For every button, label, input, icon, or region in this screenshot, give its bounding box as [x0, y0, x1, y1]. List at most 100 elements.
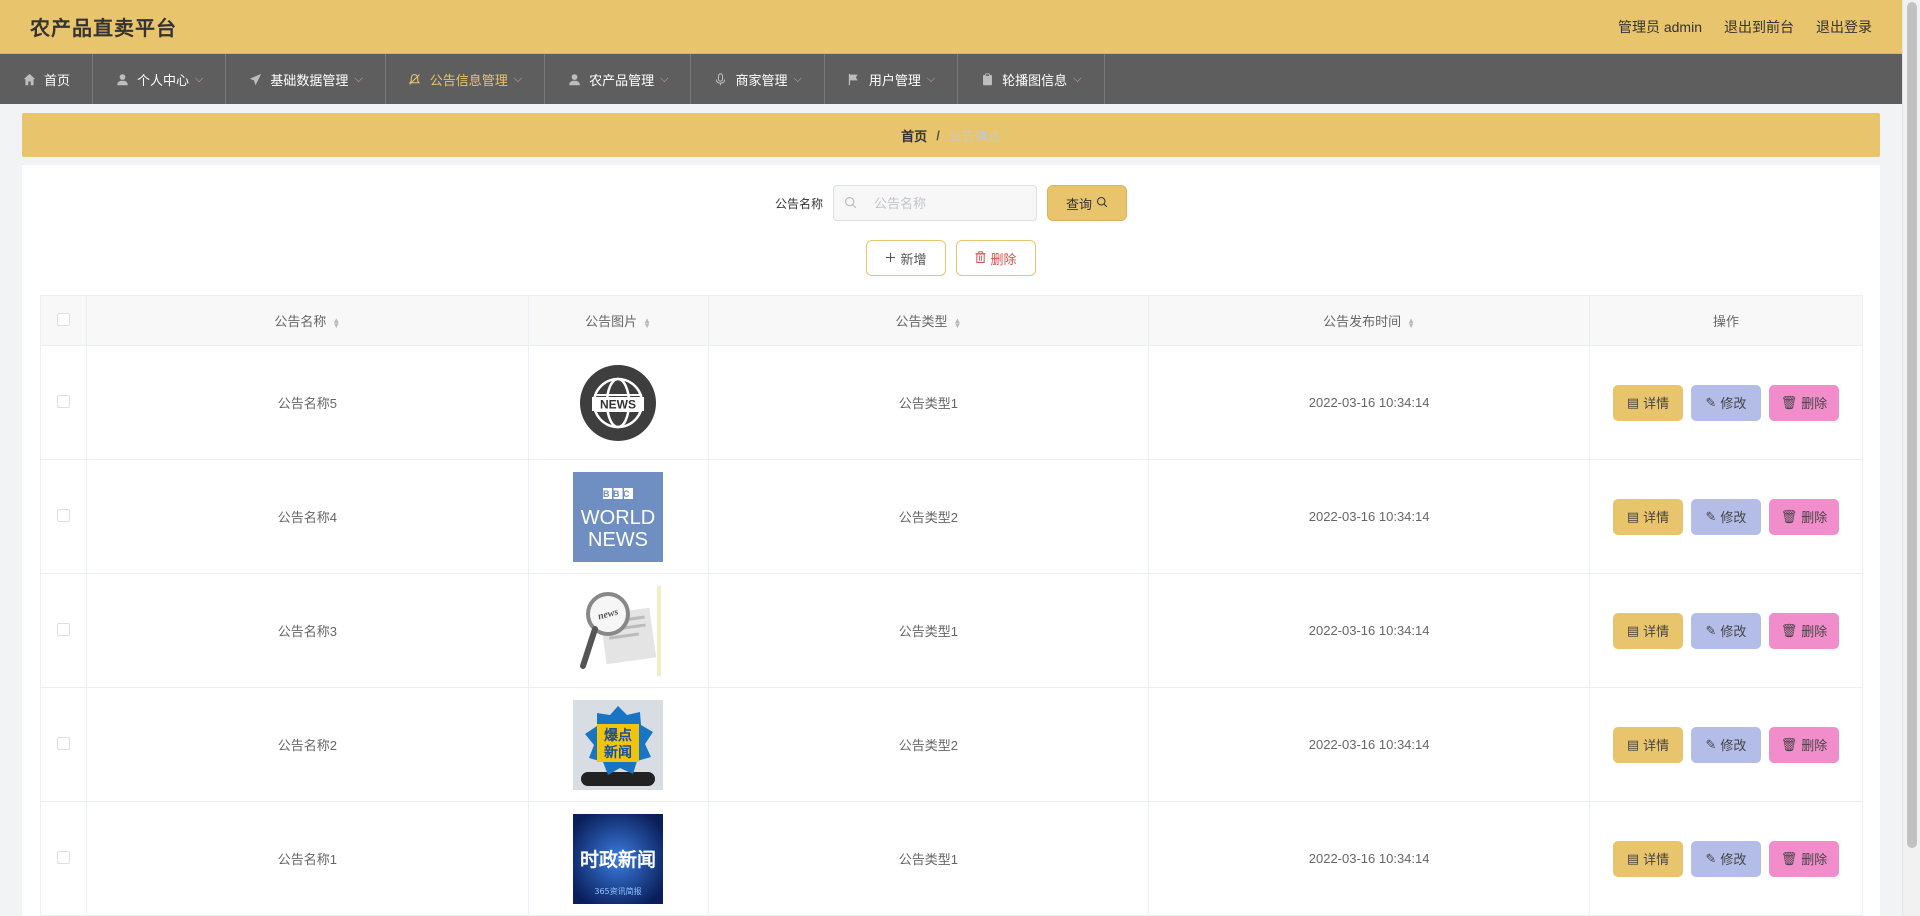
- delete-button[interactable]: 🗑 删除: [1768, 612, 1839, 649]
- query-button[interactable]: 查询: [1047, 185, 1127, 221]
- scrollbar-thumb[interactable]: [1907, 2, 1917, 848]
- notice-table: 公告名称 ▲ ▼ 公告图片 ▲ ▼ 公告类型 ▲ ▼ 公告发布时间 ▲ ▼ 操作 公告名称5: [40, 295, 1864, 916]
- nav-item-products[interactable]: 农产品管理 ⌵: [545, 54, 692, 104]
- toolbar: 新增 删除: [22, 240, 1880, 276]
- select-all-checkbox[interactable]: [56, 312, 70, 326]
- chevron-down-icon: ⌵: [513, 72, 523, 85]
- table-row: 公告名称1 时政新闻 365资讯简报 公告类型1 2022-03-16 10:3…: [40, 801, 1864, 916]
- plus-icon: [885, 251, 896, 266]
- exit-to-front-link[interactable]: 退出到前台: [1724, 17, 1794, 37]
- column-header-time[interactable]: 公告发布时间 ▲ ▼: [1148, 295, 1590, 346]
- column-header-image[interactable]: 公告图片 ▲ ▼: [528, 295, 709, 346]
- add-button[interactable]: 新增: [866, 240, 946, 276]
- nav-item-label: 首页: [44, 72, 71, 88]
- detail-button[interactable]: ▤ 详情: [1612, 726, 1683, 763]
- delete-button[interactable]: 🗑 删除: [1768, 726, 1839, 763]
- table-row: 公告名称2 爆点 新闻 公告类型2 2022-03-16 10:34:14 ▤ …: [40, 687, 1864, 802]
- edit-button[interactable]: ✎ 修改: [1690, 612, 1761, 649]
- search-input[interactable]: [874, 195, 1024, 211]
- cell-actions: ▤ 详情 ✎ 修改 🗑 删除: [1589, 345, 1864, 460]
- trash-icon: 🗑: [1780, 622, 1798, 638]
- nav-item-users[interactable]: 用户管理 ⌵: [825, 54, 959, 104]
- svg-text:365资讯简报: 365资讯简报: [594, 886, 641, 896]
- bbc-world-news-image[interactable]: BBC WORLD NEWS: [573, 471, 664, 562]
- breadcrumb-separator: /: [936, 127, 940, 143]
- detail-button[interactable]: ▤ 详情: [1612, 612, 1683, 649]
- nav-item-label: 用户管理: [868, 72, 921, 88]
- news-globe-image[interactable]: NEWS: [573, 358, 663, 448]
- svg-text:NEWS: NEWS: [588, 529, 648, 551]
- document-icon: ▤: [1626, 736, 1640, 752]
- cell-actions: ▤ 详情 ✎ 修改 🗑 删除: [1589, 459, 1864, 574]
- add-button-label: 新增: [900, 251, 927, 267]
- cell-actions: ▤ 详情 ✎ 修改 🗑 删除: [1589, 687, 1864, 802]
- trash-icon: 🗑: [1780, 394, 1798, 410]
- shizheng-news-image[interactable]: 时政新闻 365资讯简报: [573, 813, 664, 904]
- row-checkbox[interactable]: [56, 622, 70, 636]
- row-checkbox[interactable]: [56, 736, 70, 750]
- detail-button[interactable]: ▤ 详情: [1612, 498, 1683, 535]
- nav-item-base-data[interactable]: 基础数据管理 ⌵: [226, 54, 386, 104]
- home-icon: [22, 72, 36, 86]
- trash-icon: [975, 250, 987, 266]
- sort-icon[interactable]: ▲ ▼: [332, 316, 340, 329]
- cell-type: 公告类型2: [708, 459, 1150, 574]
- column-header-name[interactable]: 公告名称 ▲ ▼: [86, 295, 529, 346]
- detail-button[interactable]: ▤ 详情: [1612, 384, 1683, 421]
- search-form: 公告名称 查询: [22, 185, 1880, 221]
- detail-button[interactable]: ▤ 详情: [1612, 840, 1683, 877]
- cell-type: 公告类型2: [708, 687, 1150, 802]
- content-panel: 公告名称 查询 新增 删除: [22, 165, 1880, 916]
- cell-name: 公告名称3: [86, 573, 529, 688]
- svg-text:NEWS: NEWS: [600, 397, 636, 411]
- edit-button[interactable]: ✎ 修改: [1690, 840, 1761, 877]
- batch-delete-label: 删除: [990, 251, 1017, 267]
- table-header-row: 公告名称 ▲ ▼ 公告图片 ▲ ▼ 公告类型 ▲ ▼ 公告发布时间 ▲ ▼ 操作: [40, 295, 1864, 346]
- vertical-scrollbar[interactable]: [1902, 0, 1920, 916]
- cell-time: 2022-03-16 10:34:14: [1148, 345, 1590, 460]
- edit-button[interactable]: ✎ 修改: [1690, 498, 1761, 535]
- cell-time: 2022-03-16 10:34:14: [1148, 801, 1590, 916]
- main-nav: 首页 个人中心 ⌵ 基础数据管理 ⌵ 公告信息管理 ⌵ 农产品管理 ⌵ 商家管理…: [0, 54, 1902, 104]
- delete-button[interactable]: 🗑 删除: [1768, 498, 1839, 535]
- delete-button[interactable]: 🗑 删除: [1768, 840, 1839, 877]
- header-actions: 管理员 admin 退出到前台 退出登录: [1618, 17, 1872, 37]
- user-icon: [115, 72, 129, 86]
- sort-icon[interactable]: ▲ ▼: [643, 316, 651, 329]
- magnifier-news-image[interactable]: news: [573, 585, 664, 676]
- bell-off-icon: [408, 72, 422, 86]
- search-field[interactable]: [833, 185, 1037, 221]
- logout-link[interactable]: 退出登录: [1816, 17, 1872, 37]
- nav-item-notice[interactable]: 公告信息管理 ⌵: [386, 54, 546, 104]
- baodian-news-image[interactable]: 爆点 新闻: [573, 699, 664, 790]
- nav-item-profile[interactable]: 个人中心 ⌵: [93, 54, 227, 104]
- sort-icon[interactable]: ▲ ▼: [1407, 316, 1415, 329]
- batch-delete-button[interactable]: 删除: [956, 240, 1036, 276]
- top-header: 农产品直卖平台 管理员 admin 退出到前台 退出登录: [0, 0, 1902, 54]
- edit-button[interactable]: ✎ 修改: [1690, 726, 1761, 763]
- row-checkbox[interactable]: [56, 508, 70, 522]
- edit-button[interactable]: ✎ 修改: [1690, 384, 1761, 421]
- query-button-label: 查询: [1065, 196, 1092, 212]
- trash-icon: 🗑: [1780, 850, 1798, 866]
- breadcrumb-home[interactable]: 首页: [901, 126, 927, 145]
- nav-item-home[interactable]: 首页: [0, 54, 94, 104]
- column-header-type[interactable]: 公告类型 ▲ ▼: [708, 295, 1150, 346]
- cell-image: BBC WORLD NEWS: [528, 459, 709, 574]
- sort-icon[interactable]: ▲ ▼: [953, 316, 961, 329]
- trash-icon: 🗑: [1780, 736, 1798, 752]
- cell-type: 公告类型1: [708, 801, 1150, 916]
- cell-image: 时政新闻 365资讯简报: [528, 801, 709, 916]
- table-row: 公告名称4 BBC WORLD NEWS 公告类型2 2022-03-16 10…: [40, 459, 1864, 574]
- document-icon: ▤: [1626, 622, 1640, 638]
- delete-button[interactable]: 🗑 删除: [1768, 384, 1839, 421]
- svg-text:爆点: 爆点: [604, 727, 632, 744]
- row-checkbox[interactable]: [56, 850, 70, 864]
- row-checkbox[interactable]: [56, 394, 70, 408]
- nav-item-carousel[interactable]: 轮播图信息 ⌵: [958, 54, 1105, 104]
- pencil-icon: ✎: [1705, 508, 1717, 524]
- nav-item-merchants[interactable]: 商家管理 ⌵: [691, 54, 825, 104]
- pencil-icon: ✎: [1705, 736, 1717, 752]
- search-icon: [844, 196, 858, 210]
- table-row: 公告名称5 NEWS 公告类型1 2022-03-16 10:34:14 ▤ 详…: [40, 345, 1864, 460]
